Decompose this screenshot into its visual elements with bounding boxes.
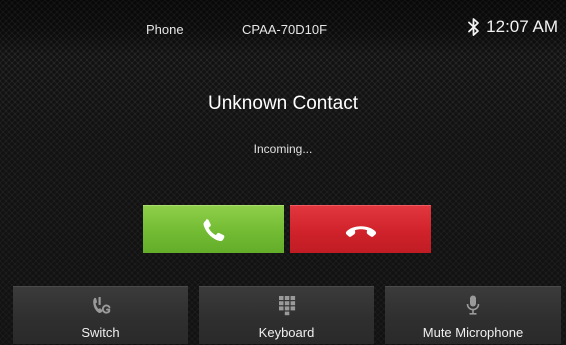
status-right-group: 12:07 AM <box>467 17 558 37</box>
keyboard-button[interactable]: Keyboard <box>199 286 374 344</box>
connected-device-name: CPAA-70D10F <box>242 22 328 37</box>
keypad-icon <box>278 296 295 316</box>
switch-audio-button[interactable]: Switch <box>13 286 188 344</box>
switch-audio-label: Switch <box>81 325 120 340</box>
mute-microphone-button[interactable]: Mute Microphone <box>385 286 561 344</box>
bluetooth-icon <box>468 18 480 36</box>
answer-call-button[interactable] <box>143 205 284 253</box>
phone-answer-icon <box>203 218 224 241</box>
clock: 12:07 AM <box>486 17 558 36</box>
contact-name: Unknown Contact <box>208 93 358 114</box>
phone-call-screen: Phone CPAA-70D10F 12:07 AM Unknown Conta… <box>0 0 566 345</box>
microphone-icon <box>466 295 480 315</box>
decline-call-button[interactable] <box>290 205 431 253</box>
mute-microphone-label: Mute Microphone <box>422 325 524 340</box>
keyboard-label: Keyboard <box>258 325 315 340</box>
status-bar: Phone CPAA-70D10F 12:07 AM <box>0 0 566 56</box>
switch-audio-icon <box>92 297 110 314</box>
phone-hangup-icon <box>345 225 376 237</box>
status-source-label: Phone <box>146 22 184 37</box>
call-status: Incoming... <box>253 142 313 156</box>
